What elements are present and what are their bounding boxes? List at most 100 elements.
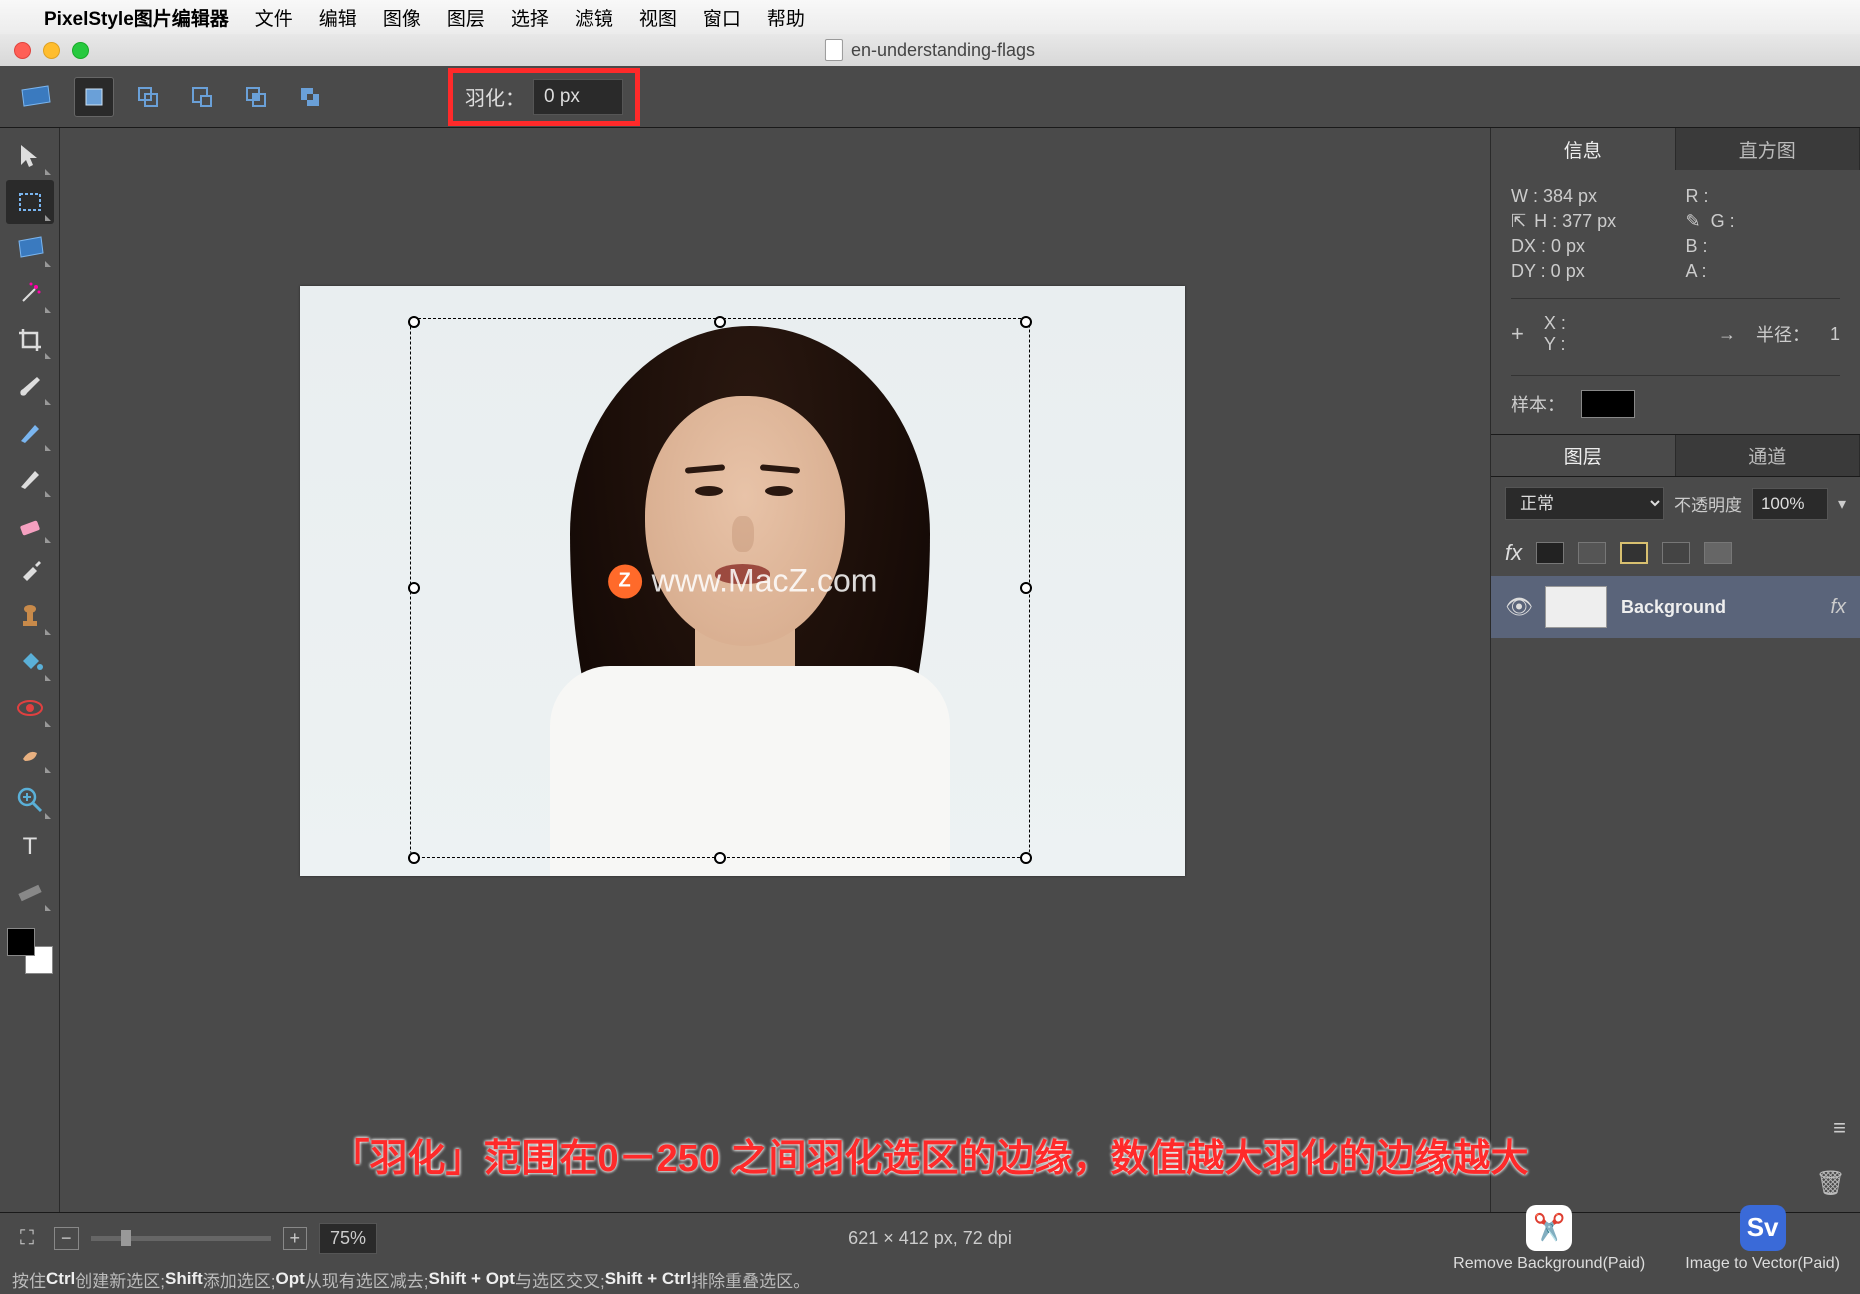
fullscreen-window-button[interactable]: [72, 42, 89, 59]
menu-view[interactable]: 视图: [639, 4, 677, 31]
handle-tr[interactable]: [1020, 316, 1032, 328]
handle-ml[interactable]: [408, 582, 420, 594]
options-bar: 羽化：: [0, 66, 1860, 128]
remove-bg-tool[interactable]: ✂️ Remove Background(Paid): [1453, 1205, 1645, 1273]
fx-row: fx: [1491, 530, 1860, 576]
fx-icon[interactable]: fx: [1505, 540, 1522, 566]
fit-screen-icon[interactable]: ⛶: [20, 1227, 34, 1250]
handle-br[interactable]: [1020, 852, 1032, 864]
menu-edit[interactable]: 编辑: [319, 4, 357, 31]
sv-icon: Sv: [1740, 1205, 1786, 1251]
canvas[interactable]: Z www.MacZ.com: [300, 286, 1185, 876]
tab-info[interactable]: 信息: [1491, 128, 1676, 170]
arrow-right-icon: →: [1718, 324, 1736, 345]
menu-file[interactable]: 文件: [255, 4, 293, 31]
window-titlebar: en-understanding-flags: [0, 34, 1860, 66]
feather-input[interactable]: [533, 79, 623, 115]
color-swatches[interactable]: [7, 928, 53, 974]
blend-mode-select[interactable]: 正常: [1505, 487, 1664, 520]
trash-icon[interactable]: 🗑: [1816, 1169, 1846, 1198]
plus-icon[interactable]: +: [1511, 321, 1524, 347]
sample-label: 样本：: [1511, 391, 1565, 417]
stamp-tool[interactable]: [6, 594, 54, 638]
photo-content: Z www.MacZ.com: [300, 286, 1185, 876]
fx-sw-3[interactable]: [1620, 542, 1648, 564]
handle-tc[interactable]: [714, 316, 726, 328]
menu-help[interactable]: 帮助: [767, 4, 805, 31]
selection-subtract-button[interactable]: [182, 77, 222, 117]
minimize-window-button[interactable]: [43, 42, 60, 59]
img2vec-label: Image to Vector(Paid): [1685, 1255, 1840, 1273]
fx-sw-4[interactable]: [1662, 542, 1690, 564]
fx-sw-2[interactable]: [1578, 542, 1606, 564]
menu-filter[interactable]: 滤镜: [575, 4, 613, 31]
watermark-text: www.MacZ.com: [652, 563, 878, 600]
feather-label: 羽化：: [465, 82, 525, 111]
feather-group: 羽化：: [448, 68, 640, 126]
selection-new-button[interactable]: [74, 77, 114, 117]
eraser-tool[interactable]: [6, 502, 54, 546]
marquee-tool[interactable]: [6, 180, 54, 224]
selection-add-button[interactable]: [128, 77, 168, 117]
selection-intersect-button[interactable]: [236, 77, 276, 117]
menubar-app-name[interactable]: PixelStyle图片编辑器: [44, 4, 229, 31]
fx-sw-5[interactable]: [1704, 542, 1732, 564]
tab-layers[interactable]: 图层: [1491, 435, 1676, 476]
info-a: A :: [1686, 261, 1841, 282]
document-icon: [825, 39, 843, 61]
radius-label: 半径：: [1756, 321, 1810, 347]
zoom-in-button[interactable]: +: [283, 1227, 308, 1250]
left-toolbar: T: [0, 128, 60, 1212]
eyedropper-tool[interactable]: [6, 548, 54, 592]
handle-mr[interactable]: [1020, 582, 1032, 594]
smudge-tool[interactable]: [6, 732, 54, 776]
text-tool[interactable]: T: [6, 824, 54, 868]
lasso-tool[interactable]: [6, 226, 54, 270]
measure-tool[interactable]: [6, 870, 54, 914]
tab-channels[interactable]: 通道: [1676, 435, 1860, 476]
brush-tool[interactable]: [6, 364, 54, 408]
scissors-icon: ✂️: [1526, 1205, 1572, 1251]
crosshair-icon: ⇱: [1511, 211, 1526, 232]
pen-tool[interactable]: [6, 410, 54, 454]
tool-preset-icon[interactable]: [12, 79, 60, 115]
sample-swatch[interactable]: [1581, 390, 1635, 418]
zoom-tool[interactable]: [6, 778, 54, 822]
close-window-button[interactable]: [14, 42, 31, 59]
fx-sw-1[interactable]: [1536, 542, 1564, 564]
bucket-tool[interactable]: [6, 640, 54, 684]
layer-fx-icon[interactable]: fx: [1830, 596, 1846, 619]
redeye-tool[interactable]: [6, 686, 54, 730]
opacity-input[interactable]: [1752, 488, 1828, 520]
handle-tl[interactable]: [408, 316, 420, 328]
canvas-dimensions: 621 × 412 px, 72 dpi: [848, 1228, 1012, 1249]
layer-item-background[interactable]: 👁 Background fx: [1491, 576, 1860, 638]
handle-bl[interactable]: [408, 852, 420, 864]
pencil-tool[interactable]: [6, 456, 54, 500]
menu-window[interactable]: 窗口: [703, 4, 741, 31]
info-w: W : 384 px: [1511, 186, 1666, 207]
handle-bc[interactable]: [714, 852, 726, 864]
move-tool[interactable]: [6, 134, 54, 178]
chevron-down-icon[interactable]: ▾: [1838, 494, 1846, 514]
info-b: B :: [1686, 236, 1841, 257]
menu-image[interactable]: 图像: [383, 4, 421, 31]
watermark: Z www.MacZ.com: [608, 563, 878, 600]
radius-value: 1: [1830, 324, 1840, 345]
canvas-area[interactable]: Z www.MacZ.com: [60, 128, 1490, 1212]
crop-tool[interactable]: [6, 318, 54, 362]
menu-select[interactable]: 选择: [511, 4, 549, 31]
window-title: en-understanding-flags: [825, 39, 1035, 61]
foreground-color-swatch[interactable]: [7, 928, 35, 956]
layer-visibility-icon[interactable]: 👁: [1505, 594, 1531, 620]
zoom-value[interactable]: 75%: [319, 1223, 377, 1254]
menu-layer[interactable]: 图层: [447, 4, 485, 31]
image-to-vector-tool[interactable]: Sv Image to Vector(Paid): [1685, 1205, 1840, 1273]
selection-exclude-button[interactable]: [290, 77, 330, 117]
zoom-out-button[interactable]: −: [54, 1227, 79, 1250]
zoom-slider[interactable]: [91, 1236, 271, 1241]
svg-text:T: T: [22, 833, 37, 860]
tab-histogram[interactable]: 直方图: [1676, 128, 1860, 170]
panel-menu-icon[interactable]: ≡: [1833, 1115, 1846, 1141]
magic-wand-tool[interactable]: [6, 272, 54, 316]
